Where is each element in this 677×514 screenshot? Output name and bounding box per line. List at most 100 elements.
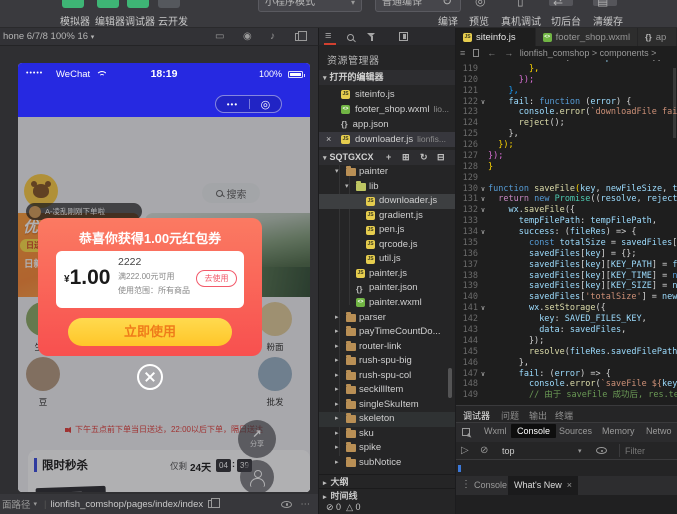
devtools-tab-Console[interactable]: Console [511, 424, 556, 438]
tree-item-rush-spu-col[interactable]: ▸rush-spu-col [319, 369, 455, 384]
code-line-147[interactable]: 147∨ fail: (error) => { [456, 369, 677, 380]
code-line-134[interactable]: 134∨ success: (fileRes) => { [456, 227, 677, 238]
eye-icon[interactable] [596, 447, 607, 454]
tree-item-payTimeCountDo...[interactable]: ▸payTimeCountDo... [319, 325, 455, 340]
new-file-icon[interactable]: + [386, 150, 391, 165]
toolbar-right-icon-3[interactable]: ▯ [517, 0, 524, 8]
filter-icon[interactable] [367, 32, 376, 44]
code-line-137[interactable]: 137 savedFiles[key][KEY_PATH] = fileRe [456, 260, 677, 271]
code-line-138[interactable]: 138 savedFiles[key][KEY_TIME] = new Da [456, 271, 677, 282]
tree-item-seckillItem[interactable]: ▸seckillItem [319, 383, 455, 398]
code-line-142[interactable]: 142 key: SAVED_FILES_KEY, [456, 314, 677, 325]
menu-icon[interactable]: ≡ [325, 31, 331, 42]
dock-panel-icon[interactable] [399, 32, 408, 44]
timeline-section[interactable]: ▸时间线 [319, 488, 455, 502]
forward-icon[interactable]: → [504, 48, 513, 58]
more-icon[interactable]: ⋯ [301, 499, 311, 510]
editor-tab-ap[interactable]: {}ap [638, 28, 677, 46]
fold-icon[interactable]: ∨ [478, 205, 488, 216]
code-line-148[interactable]: 148 console.error(`saveFile ${key} fai [456, 379, 677, 390]
code-line-140[interactable]: 140 savedFiles['totalSize'] = newFileS [456, 292, 677, 303]
code-line-144[interactable]: 144 }); [456, 336, 677, 347]
close-file-icon[interactable]: × [326, 132, 331, 147]
toolbar-right-button-5[interactable]: 清缓存 [593, 13, 623, 28]
code-line-125[interactable]: 125 }, [456, 129, 677, 140]
fold-icon[interactable]: ∨ [478, 369, 488, 380]
fold-icon[interactable]: ∨ [478, 194, 488, 205]
open-editor-siteinfo.js[interactable]: JSsiteinfo.js [319, 87, 455, 102]
tree-item-qrcode.js[interactable]: JSqrcode.js [319, 238, 455, 253]
fold-icon[interactable]: ∨ [478, 97, 488, 108]
bookmark-icon[interactable] [473, 49, 479, 57]
code-line-122[interactable]: 122∨ fail: function (error) { [456, 97, 677, 108]
toolbar-icon-3[interactable] [127, 0, 149, 8]
debugger-tab-终端[interactable]: 终端 [555, 409, 573, 422]
code-line-123[interactable]: 123 console.error(`downloadFile failed [456, 107, 677, 118]
drawer-console-tab[interactable]: Console [474, 480, 507, 490]
code-line-133[interactable]: 133 tempFilePath: tempFilePath, [456, 216, 677, 227]
toolbar-right-icon-5[interactable]: ▤ [597, 0, 608, 8]
path-label[interactable]: 面路径 [2, 497, 31, 511]
clear-console-icon[interactable]: ⊘ [480, 445, 488, 456]
outline-section[interactable]: ▸大纲 [319, 474, 455, 488]
tree-item-lib[interactable]: ▾lib [319, 180, 455, 195]
toolbar-button-1[interactable]: 模拟器 [60, 13, 90, 28]
toolbar-right-button-2[interactable]: 预览 [469, 13, 489, 28]
context-dropdown[interactable]: top [502, 446, 515, 456]
code-line-135[interactable]: 135 const totalSize = savedFiles[KEY_T [456, 238, 677, 249]
fold-icon[interactable]: ∨ [478, 227, 488, 238]
tree-item-downloader.js[interactable]: JSdownloader.js [319, 194, 455, 209]
code-line-129[interactable]: 129 [456, 173, 677, 184]
tree-item-subNotice[interactable]: ▸subNotice [319, 456, 455, 471]
code-line-131[interactable]: 131∨ return new Promise((resolve, reject… [456, 194, 677, 205]
tree-item-singleSkuItem[interactable]: ▸singleSkuItem [319, 398, 455, 413]
more-dots-icon[interactable]: ••• [227, 100, 238, 109]
list-icon[interactable]: ≡ [460, 48, 465, 58]
code-line-132[interactable]: 132∨ wx.saveFile({ [456, 205, 677, 216]
code-line-143[interactable]: 143 data: savedFiles, [456, 325, 677, 336]
tree-item-pen.js[interactable]: JSpen.js [319, 223, 455, 238]
code-line-149[interactable]: 149 // 由于 saveFile 成功后, res.tempFi [456, 390, 677, 401]
inspect-element-icon[interactable] [462, 428, 470, 436]
tree-item-sku[interactable]: ▸sku [319, 427, 455, 442]
tree-item-spike[interactable]: ▸spike [319, 441, 455, 456]
console-filter-input[interactable] [619, 444, 674, 457]
tree-item-painter[interactable]: ▾painter [319, 165, 455, 180]
code-line-128[interactable]: 128} [456, 162, 677, 173]
explorer-scrollbar[interactable] [448, 368, 452, 398]
code-line-127[interactable]: 127}); [456, 151, 677, 162]
devtools-tab-Sources[interactable]: Sources [559, 426, 592, 436]
toolbar-icon-2[interactable] [97, 0, 119, 8]
toolbar-button-3[interactable]: 调试器 [125, 13, 155, 28]
refresh-icon[interactable]: ↻ [420, 150, 428, 165]
multi-window-icon[interactable] [295, 33, 302, 44]
code-line-145[interactable]: 145 resolve(fileRes.savedFilePath); [456, 347, 677, 358]
code-line-120[interactable]: 120 }); [456, 75, 677, 86]
problems-status[interactable]: ⊘ 0 △ 0 [326, 502, 361, 513]
project-header[interactable]: ▾SQTGXCX + ⊞ ↻ ⊟ [319, 150, 455, 165]
use-now-button[interactable]: 立即使用 [68, 318, 232, 346]
tree-item-util.js[interactable]: JSutil.js [319, 252, 455, 267]
tree-item-skeleton[interactable]: ▸skeleton [319, 412, 455, 427]
whats-new-tab[interactable]: What's New× [508, 476, 578, 495]
collapse-all-icon[interactable]: ⊟ [437, 150, 445, 165]
open-editor-downloader.js[interactable]: ×JSdownloader.jslionfis... [319, 132, 455, 147]
editor-tab-siteinfo.js[interactable]: JSsiteinfo.js [456, 28, 536, 46]
mode-dropdown[interactable]: 小程序模式▾ [258, 0, 362, 12]
code-line-146[interactable]: 146 }, [456, 358, 677, 369]
toolbar-right-button-1[interactable]: 编译 [438, 13, 458, 28]
code-area[interactable]: 118 resolve(res.tempFilePath);119 },120 … [456, 60, 677, 405]
devtools-tab-Memory[interactable]: Memory [602, 426, 635, 436]
watch-icon[interactable] [281, 501, 292, 508]
toolbar-icon-4[interactable] [158, 0, 180, 8]
close-modal-button[interactable] [137, 364, 163, 390]
tree-item-painter.js[interactable]: JSpainter.js [319, 267, 455, 282]
tree-item-gradient.js[interactable]: JSgradient.js [319, 209, 455, 224]
toolbar-right-button-3[interactable]: 真机调试 [501, 13, 541, 28]
toolbar-right-icon-1[interactable]: ↻ [442, 0, 452, 8]
tree-item-rush-spu-big[interactable]: ▸rush-spu-big [319, 354, 455, 369]
chevron-down-icon[interactable]: ▾ [578, 447, 582, 455]
search-icon[interactable] [347, 33, 354, 44]
toolbar-right-button-4[interactable]: 切后台 [551, 13, 581, 28]
device-selector[interactable]: hone 6/7/8 100% 16 ▾ [3, 31, 94, 42]
